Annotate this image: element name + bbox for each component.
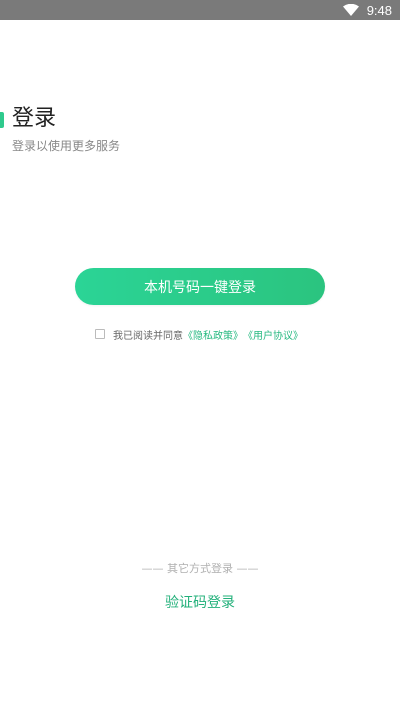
page-header: 登录 xyxy=(0,104,400,134)
agreement-checkbox[interactable] xyxy=(95,329,105,339)
agreement-text: 我已阅读并同意 xyxy=(113,330,183,342)
status-bar: 9:48 xyxy=(0,0,400,20)
page-title: 登录 xyxy=(12,106,57,131)
agreement-row: 我已阅读并同意 《隐私政策》 《用户协议》 xyxy=(95,326,303,342)
user-agreement-link[interactable]: 《用户协议》 xyxy=(243,327,303,342)
wifi-icon xyxy=(342,4,359,16)
page-subtitle: 登录以使用更多服务 xyxy=(12,139,121,153)
status-time: 9:48 xyxy=(366,2,392,18)
sms-code-login-link[interactable]: 验证码登录 xyxy=(0,592,400,612)
privacy-policy-link[interactable]: 《隐私政策》 xyxy=(183,327,243,342)
one-click-login-button[interactable]: 本机号码一键登录 xyxy=(75,268,325,305)
other-login-methods-divider: —— 其它方式登录 —— xyxy=(141,562,259,575)
title-accent-bar xyxy=(0,112,4,128)
